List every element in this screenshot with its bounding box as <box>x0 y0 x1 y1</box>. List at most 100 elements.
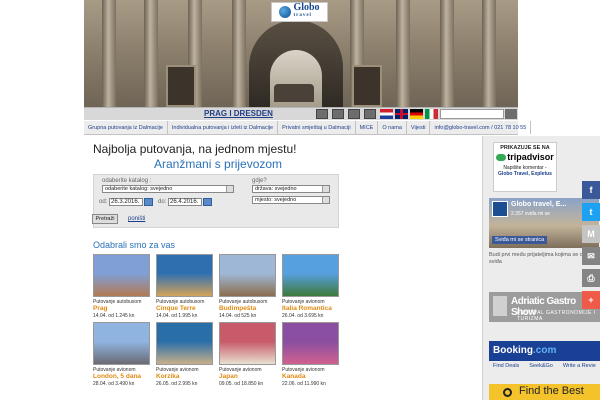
page: Globo travel PRAG I DRESDEN Grupna putov… <box>84 0 600 400</box>
page-subheadline: Aranžmani s prijevozom <box>154 157 283 171</box>
site-search-input[interactable] <box>440 109 504 119</box>
tripadvisor-heading: PRIKAZUJE SE NA <box>500 145 550 151</box>
share-icon[interactable]: + <box>582 291 600 309</box>
offer-name[interactable]: Kanada <box>282 373 339 381</box>
offer-card[interactable]: Putovanje avionom Kanada 22.06. od 11.990 … <box>282 322 339 392</box>
nav-news[interactable]: Vijesti <box>407 121 431 134</box>
offer-card[interactable]: Putovanje avionom Japan 09.05. od 18.850 k… <box>219 322 276 392</box>
chevron-down-icon <box>226 186 233 192</box>
column <box>144 0 158 107</box>
booking-find-button[interactable]: Find the Best <box>489 384 600 400</box>
offer-card[interactable]: Putovanje autobusom Prag 14.04. od 1.245 k… <box>93 254 150 324</box>
logo-sub: travel <box>293 13 312 18</box>
info-icon[interactable] <box>364 109 376 119</box>
catalog-select[interactable]: odaberite katalog: svejedno <box>102 185 234 193</box>
catalog-label: odaberite katalog : <box>102 178 152 184</box>
hero-banner: Globo travel <box>84 0 518 107</box>
featured-tour-link[interactable]: PRAG I DRESDEN <box>204 109 273 118</box>
search-submit-button[interactable]: Pretraži <box>92 214 118 224</box>
offer-name[interactable]: Budimpešta <box>219 305 276 313</box>
nav-private-accommodation[interactable]: Privatni smještaj u Dalmaciji <box>278 121 356 134</box>
chevron-down-icon <box>322 197 329 203</box>
email-icon[interactable]: ✉ <box>582 247 600 265</box>
offer-date-price: 26.05. od 2.995 kn <box>156 381 198 387</box>
offer-card[interactable]: Putovanje autobusom Budimpešta 14.04. od 5… <box>219 254 276 324</box>
nav-individual-tours[interactable]: Individualna putovanja i izleti iz Dalma… <box>168 121 279 134</box>
offer-thumbnail[interactable] <box>219 322 276 365</box>
gb-flag-icon[interactable] <box>395 109 408 119</box>
offer-card[interactable]: Putovanje avionom London, 5 dana 28.04. od… <box>93 322 150 392</box>
where-label: gdje? <box>252 178 267 184</box>
offer-name[interactable]: Korzika <box>156 373 213 381</box>
country-select[interactable]: država: svejedno <box>252 185 330 193</box>
print-icon[interactable]: ⎙ <box>582 269 600 287</box>
grid-icon[interactable] <box>348 109 360 119</box>
offer-name[interactable]: London, 5 dana <box>93 373 150 381</box>
offer-thumbnail[interactable] <box>156 322 213 365</box>
calendar-icon[interactable] <box>144 198 153 206</box>
facebook-like-button[interactable]: Sviđa mi se stranica <box>492 236 548 244</box>
facebook-icon[interactable]: f <box>582 181 600 199</box>
offer-date-price: 28.04. od 3.490 kn <box>93 381 135 387</box>
offer-date-price: 26.04. od 3.695 kn <box>282 313 324 319</box>
nav-group-tours[interactable]: Grupna putovanja iz Dalmacije <box>84 121 168 134</box>
tripadvisor-link[interactable]: Globo Travel, Expletus <box>498 171 552 177</box>
hr-flag-icon[interactable] <box>380 109 393 119</box>
reset-link[interactable]: poništi <box>128 216 145 222</box>
de-flag-icon[interactable] <box>410 109 423 119</box>
facebook-like-count: 2.357 sviđa mi se <box>511 211 550 217</box>
people <box>274 84 314 102</box>
booking-dot: .com <box>533 345 557 356</box>
tool-icons <box>316 109 376 119</box>
search-go-icon[interactable] <box>505 109 517 119</box>
it-flag-icon[interactable] <box>425 109 438 119</box>
from-date-input[interactable]: 26.3.2016. <box>109 198 143 206</box>
booking-tab-review[interactable]: Write a Revie <box>563 363 596 373</box>
to-date-input[interactable]: 26.4.2016. <box>168 198 202 206</box>
search-icon <box>503 388 512 397</box>
video-icon[interactable] <box>332 109 344 119</box>
nav-about[interactable]: O nama <box>378 121 407 134</box>
offer-name[interactable]: Prag <box>93 305 150 313</box>
to-label: do: <box>158 199 167 205</box>
gmail-icon[interactable]: M <box>582 225 600 243</box>
offer-card[interactable]: Putovanje autobusom Cinque Terre 14.04. od… <box>156 254 213 324</box>
booking-logo: Booking <box>493 345 533 356</box>
booking-banner[interactable]: Booking.com <box>489 341 600 361</box>
calendar-icon[interactable] <box>203 198 212 206</box>
tripadvisor-owl-icon <box>496 154 507 162</box>
camera-icon[interactable] <box>316 109 328 119</box>
offer-card[interactable]: Putovanje avionom Korzika 26.05. od 2.995 … <box>156 322 213 392</box>
offer-date-price: 22.06. od 11.990 kn <box>282 381 326 387</box>
offer-thumbnail[interactable] <box>93 322 150 365</box>
offer-thumbnail[interactable] <box>156 254 213 297</box>
offer-thumbnail[interactable] <box>282 322 339 365</box>
twitter-icon[interactable]: t <box>582 203 600 221</box>
offer-name[interactable]: Japan <box>219 373 276 381</box>
gastro-logo-icon <box>493 296 507 316</box>
nav-contact[interactable]: info@globo-travel.com / 021 78 10 55 <box>430 121 532 134</box>
offer-date-price: 09.05. od 18.850 kn <box>219 381 264 387</box>
tripadvisor-widget[interactable]: PRIKAZUJE SE NA tripadvisor Napišite kom… <box>493 142 557 192</box>
offer-thumbnail[interactable] <box>282 254 339 297</box>
logo[interactable]: Globo travel <box>271 2 328 22</box>
shop-door <box>352 65 382 107</box>
facebook-page-name[interactable]: Globo travel, E... <box>511 201 566 208</box>
column <box>440 0 454 107</box>
column <box>102 0 116 107</box>
offer-grid: Putovanje autobusom Prag 14.04. od 1.245 k… <box>93 254 341 400</box>
place-select[interactable]: mjesto: svejedno <box>252 196 330 204</box>
language-flags <box>380 109 438 119</box>
offer-date-price: 14.04. od 1.995 kn <box>156 313 198 319</box>
offer-name[interactable]: Cinque Terre <box>156 305 213 313</box>
booking-tab-seekgo[interactable]: Seek&Go <box>529 363 553 373</box>
social-share-bar: f t M ✉ ⎙ + <box>582 181 600 313</box>
nav-mice[interactable]: MICE <box>356 121 379 134</box>
offer-thumbnail[interactable] <box>219 254 276 297</box>
offer-thumbnail[interactable] <box>93 254 150 297</box>
offer-name[interactable]: Italia Romantica <box>282 305 339 313</box>
booking-tab-deals[interactable]: Find Deals <box>493 363 519 373</box>
offer-date-price: 14.04. od 525 kn <box>219 313 257 319</box>
column <box>482 0 496 107</box>
offer-card[interactable]: Putovanje avionom Italia Romantica 26.04. … <box>282 254 339 324</box>
